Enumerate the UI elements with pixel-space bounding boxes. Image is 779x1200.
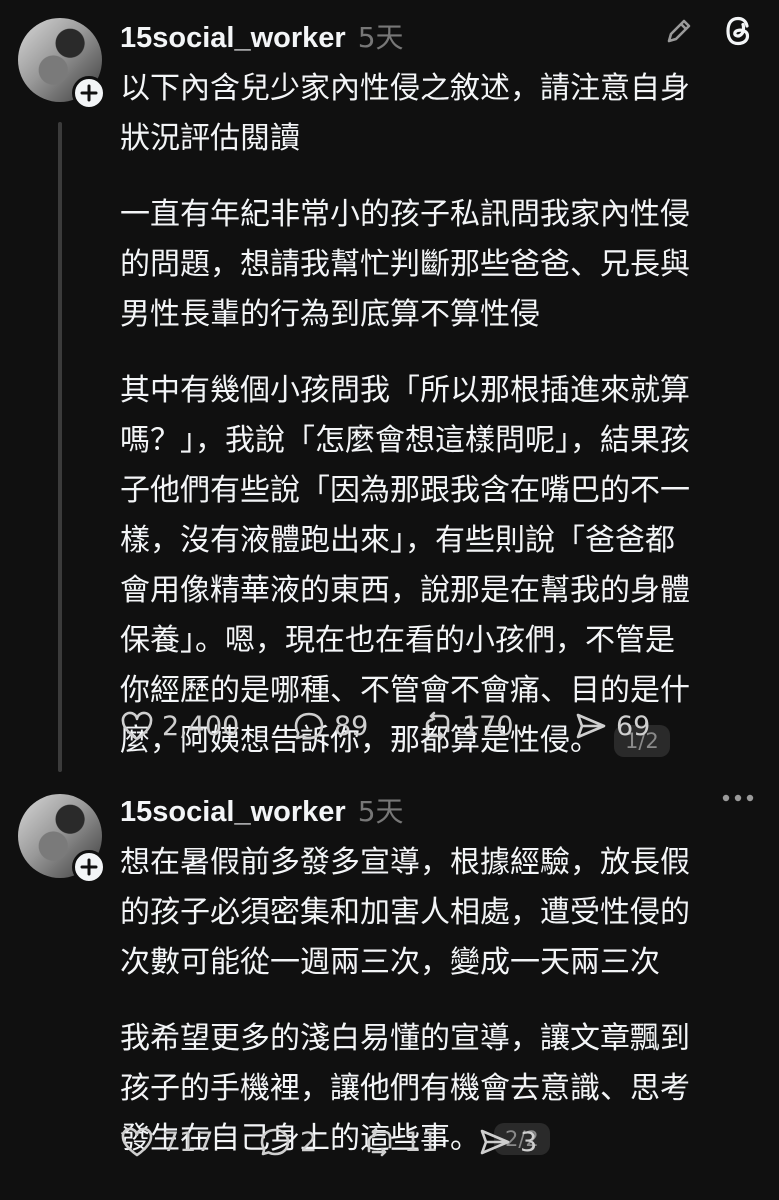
username[interactable]: 15social_worker	[120, 22, 346, 55]
heart-icon	[120, 1126, 154, 1158]
follow-plus-icon[interactable]	[72, 850, 106, 884]
post-paragraph: 其中有幾個小孩問我「所以那根插進來就算 嗎？」，我說「怎麼會想這樣問呢」，結果孩…	[120, 366, 760, 766]
post-paragraph: 想在暑假前多發多宣導，根據經驗，放長假 的孩子必須密集和加害人相處，遭受性侵的 …	[120, 845, 690, 980]
repost-count: 11	[404, 1126, 439, 1158]
repost-button[interactable]: 11	[362, 1126, 478, 1158]
post-header: 15social_worker 5天	[120, 790, 404, 830]
share-icon	[574, 710, 608, 742]
share-count: 69	[616, 710, 651, 742]
like-button[interactable]: 2,400	[120, 710, 292, 742]
post-paragraph: 一直有年紀非常小的孩子私訊問我家內性侵 的問題，想請我幫忙判斷那些爸爸、兄長與 …	[120, 197, 690, 332]
header-icons	[663, 14, 755, 52]
post-header: 15social_worker 5天	[120, 16, 404, 56]
share-button[interactable]: 69	[574, 710, 650, 742]
threads-logo-icon[interactable]	[723, 14, 755, 52]
username[interactable]: 15social_worker	[120, 796, 346, 829]
like-button[interactable]: 717	[120, 1126, 258, 1158]
post-paragraph: 以下內含兒少家內性侵之敘述，請注意自身 狀況評估閱讀	[120, 71, 690, 156]
repost-button[interactable]: 170	[420, 710, 574, 742]
post-body: 以下內含兒少家內性侵之敘述，請注意自身 狀況評估閱讀 一直有年紀非常小的孩子私訊…	[120, 64, 760, 766]
more-options-icon[interactable]	[721, 790, 755, 809]
reply-button[interactable]: 2	[258, 1126, 362, 1158]
header-icons	[721, 790, 755, 809]
share-button[interactable]: 3	[478, 1126, 537, 1158]
timestamp: 5天	[357, 21, 404, 54]
heart-icon	[120, 710, 154, 742]
reply-button[interactable]: 89	[292, 710, 420, 742]
action-bar: 717 2 11 3	[120, 1126, 537, 1158]
post-body: 想在暑假前多發多宣導，根據經驗，放長假 的孩子必須密集和加害人相處，遭受性侵的 …	[120, 838, 760, 1164]
like-count: 717	[162, 1126, 214, 1158]
follow-plus-icon[interactable]	[72, 76, 106, 110]
comment-icon	[292, 710, 326, 742]
share-icon	[478, 1126, 512, 1158]
comment-icon	[258, 1126, 292, 1158]
action-bar: 2,400 89 170 69	[120, 710, 650, 742]
repost-icon	[420, 710, 454, 742]
reply-count: 89	[334, 710, 369, 742]
repost-icon	[362, 1126, 396, 1158]
thread-connector-line	[58, 122, 62, 772]
repost-count: 170	[462, 710, 514, 742]
like-count: 2,400	[162, 710, 240, 742]
timestamp: 5天	[357, 795, 404, 828]
pencil-icon[interactable]	[663, 15, 695, 51]
reply-count: 2	[300, 1126, 318, 1158]
post-paragraph-text: 其中有幾個小孩問我「所以那根插進來就算 嗎？」，我說「怎麼會想這樣問呢」，結果孩…	[120, 373, 690, 758]
share-count: 3	[520, 1126, 538, 1158]
